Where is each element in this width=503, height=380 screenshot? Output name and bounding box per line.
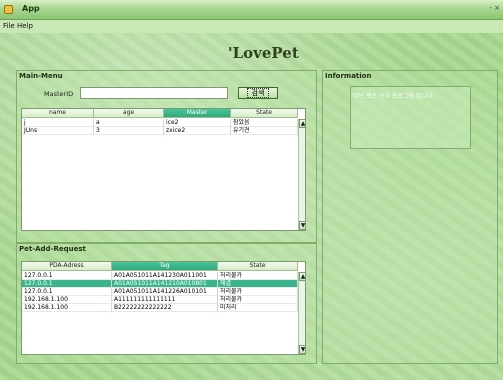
cell-pda-address: 127.0.0.1 <box>22 280 112 288</box>
window-controls[interactable]: - × <box>489 4 500 12</box>
cell-tag: A01A051011A141230A011001 <box>112 272 218 280</box>
window-title: App <box>22 4 40 13</box>
request-title: Pet-Add-Request <box>19 245 86 253</box>
cell-tag: B22222222222222 <box>112 304 218 312</box>
scroll-down-icon[interactable]: ▼ <box>299 345 305 354</box>
col-master[interactable]: Master <box>164 109 231 118</box>
pet-table: name age Master State j a ice2 잠았음 JUns … <box>21 108 306 231</box>
cell-name: JUns <box>22 127 94 135</box>
cell-request-state: 처리불가 <box>218 288 298 296</box>
table-row[interactable]: 127.0.0.1 A01A051011A141226A010101 처리불가 <box>22 288 298 296</box>
table-row-selected[interactable]: 127.0.0.1 A01A051011A141210A010801 해결 <box>22 280 298 288</box>
cell-pda-address: 127.0.0.1 <box>22 288 112 296</box>
table-row[interactable]: 192.168.1.100 B22222222222222 미처리 <box>22 304 298 312</box>
col-tag[interactable]: Tag <box>112 262 218 271</box>
scroll-up-icon[interactable]: ▲ <box>299 119 305 128</box>
cell-request-state: 미처리 <box>218 304 298 312</box>
information-text: 러브 펫츠 관리 프로그램 입니다. <box>353 93 435 100</box>
cell-tag: A111111111111111 <box>112 296 218 304</box>
table-row[interactable]: j a ice2 잠았음 <box>22 119 298 127</box>
menu-file[interactable]: File <box>3 22 15 30</box>
pet-table-scrollbar[interactable]: ▲ ▼ <box>298 119 305 230</box>
cell-pda-address: 127.0.0.1 <box>22 272 112 280</box>
search-button[interactable]: 검색 <box>238 87 278 99</box>
master-id-input[interactable] <box>80 87 228 99</box>
cell-master: zxice2 <box>164 127 231 135</box>
master-id-label: MasterID <box>44 90 74 98</box>
table-row[interactable]: 192.168.1.100 A111111111111111 처리불가 <box>22 296 298 304</box>
table-row[interactable]: 127.0.0.1 A01A051011A141230A011001 처리불가 <box>22 272 298 280</box>
menu-bar: File Help <box>0 20 503 33</box>
col-name[interactable]: name <box>22 109 94 118</box>
cell-state: 유기견 <box>231 127 298 135</box>
scroll-down-icon[interactable]: ▼ <box>299 221 305 230</box>
cell-name: j <box>22 119 94 127</box>
search-button-label: 검색 <box>246 88 270 98</box>
main-menu-title: Main-Menu <box>19 72 63 80</box>
scroll-up-icon[interactable]: ▲ <box>299 272 305 281</box>
cell-request-state: 해결 <box>218 280 298 288</box>
col-age[interactable]: age <box>94 109 164 118</box>
app-icon <box>4 5 13 14</box>
request-table: PDA-Adress Tag State 127.0.0.1 A01A05101… <box>21 261 306 355</box>
cell-age: a <box>94 119 164 127</box>
col-request-state[interactable]: State <box>218 262 298 271</box>
information-title: Information <box>325 72 372 80</box>
col-state[interactable]: State <box>231 109 298 118</box>
cell-request-state: 처리불가 <box>218 272 298 280</box>
pet-table-header: name age Master State <box>22 109 298 118</box>
request-table-header: PDA-Adress Tag State <box>22 262 298 271</box>
cell-tag: A01A051011A141210A010801 <box>112 280 218 288</box>
col-pda-address[interactable]: PDA-Adress <box>22 262 112 271</box>
cell-master: ice2 <box>164 119 231 127</box>
request-table-scrollbar[interactable]: ▲ ▼ <box>298 272 305 354</box>
table-row[interactable]: JUns 3 zxice2 유기견 <box>22 127 298 135</box>
cell-tag: A01A051011A141226A010101 <box>112 288 218 296</box>
cell-request-state: 처리불가 <box>218 296 298 304</box>
cell-age: 3 <box>94 127 164 135</box>
menu-help[interactable]: Help <box>17 22 33 30</box>
app-logo: 'LovePet <box>228 44 299 62</box>
title-bar: App - × <box>0 0 503 20</box>
cell-pda-address: 192.168.1.100 <box>22 296 112 304</box>
cell-state: 잠았음 <box>231 119 298 127</box>
cell-pda-address: 192.168.1.100 <box>22 304 112 312</box>
